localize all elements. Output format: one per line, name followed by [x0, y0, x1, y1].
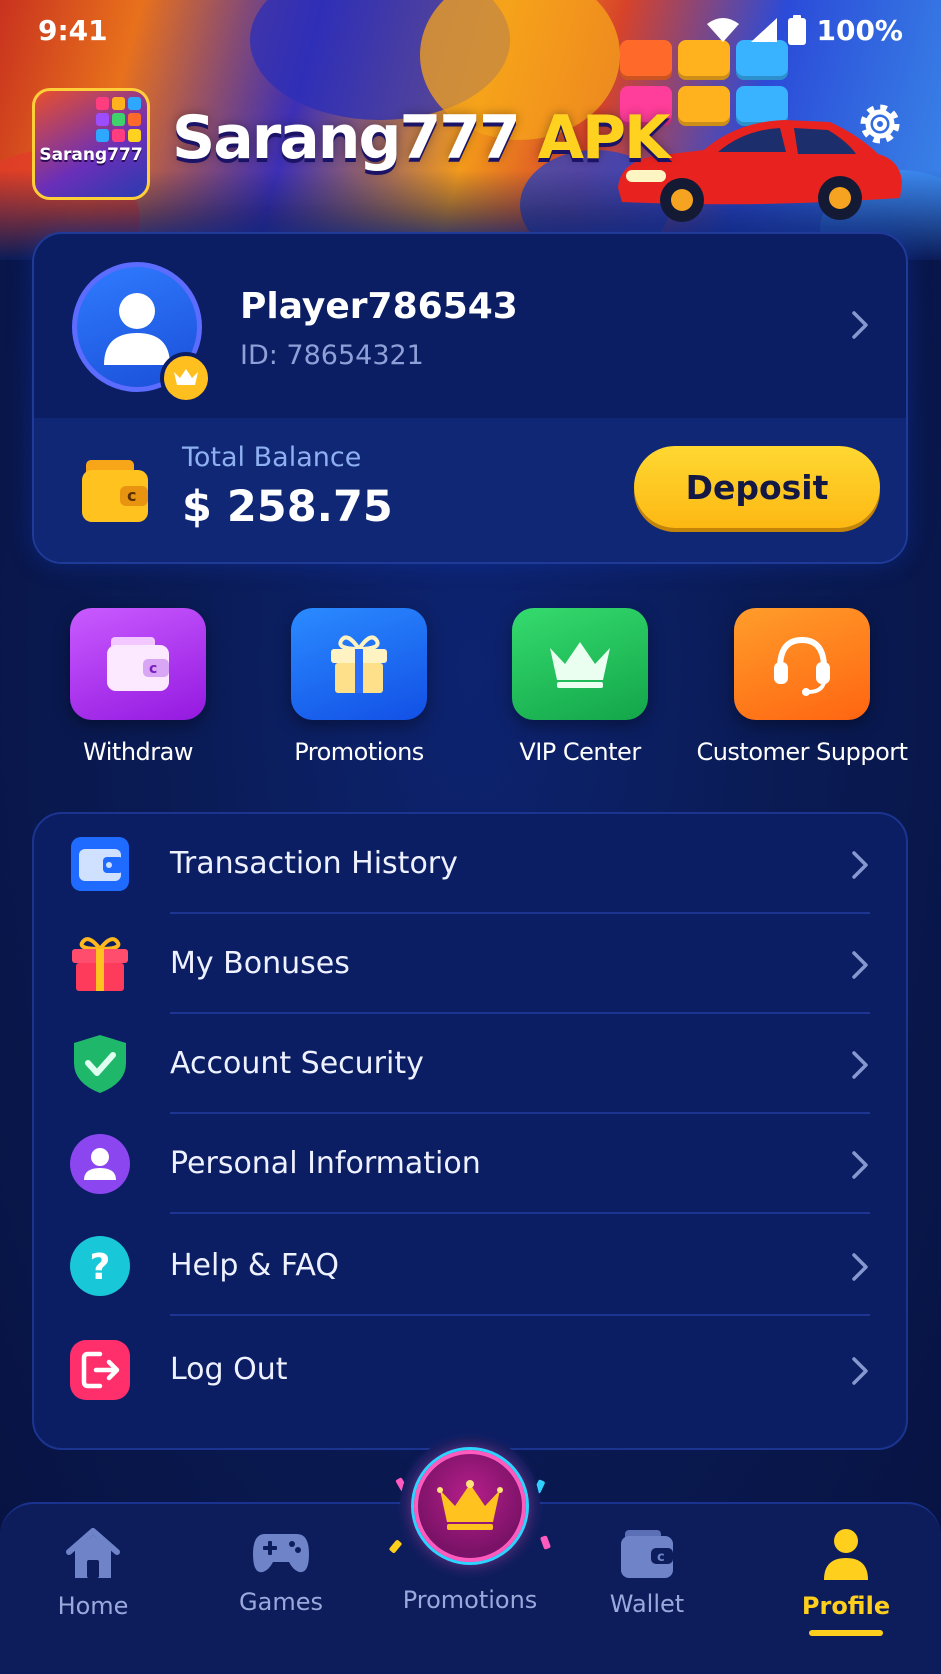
app-title-main: Sarang777 — [172, 103, 521, 173]
svg-text:c: c — [127, 486, 136, 505]
balance-label: Total Balance — [182, 442, 362, 473]
battery-percent: 100% — [816, 13, 903, 47]
status-indicators: 100% — [706, 14, 903, 47]
gear-icon — [860, 104, 900, 144]
signal-icon — [751, 18, 778, 42]
chevron-right-icon — [852, 1051, 868, 1079]
status-bar: 9:41 100% — [0, 0, 941, 60]
crown-icon — [437, 1480, 503, 1530]
wifi-icon — [707, 18, 740, 42]
status-time: 9:41 — [38, 13, 108, 47]
nav-wallet[interactable]: c Wallet — [572, 1528, 722, 1618]
wallet-icon: c — [107, 637, 169, 691]
customer-support-tile — [734, 608, 870, 720]
menu-item-label: Help & FAQ — [170, 1248, 339, 1283]
crown-icon — [550, 642, 610, 688]
divider — [170, 1314, 870, 1316]
menu-icon-wrap — [70, 1035, 130, 1093]
menu-icon-wrap — [70, 1340, 130, 1400]
svg-text:?: ? — [90, 1247, 111, 1288]
divider — [170, 1212, 870, 1214]
user-icon — [824, 1529, 868, 1580]
promotions-tile — [291, 608, 427, 720]
question-icon: ? — [70, 1236, 130, 1296]
chevron-right-icon — [852, 1253, 868, 1281]
menu-item-personal-information[interactable]: Personal Information — [34, 1114, 906, 1214]
user-id: ID: 78654321 — [240, 340, 424, 371]
nav-promotions-wrap — [400, 1436, 540, 1576]
menu-item-my-bonuses[interactable]: My Bonuses — [34, 914, 906, 1014]
vip-center-tile — [512, 608, 648, 720]
headset-icon — [774, 636, 830, 696]
nav-label: Wallet — [609, 1590, 685, 1618]
menu-item-account-security[interactable]: Account Security — [34, 1014, 906, 1114]
menu-item-log-out[interactable]: Log Out — [34, 1320, 906, 1420]
shield-check-icon — [74, 1035, 126, 1093]
svg-text:c: c — [657, 1550, 665, 1565]
quick-action-label: Promotions — [294, 738, 424, 766]
nav-label: Profile — [801, 1592, 891, 1620]
chevron-right-icon — [852, 851, 868, 879]
chevron-right-icon — [852, 951, 868, 979]
username: Player786543 — [240, 286, 518, 327]
quick-action-label: Withdraw — [83, 738, 193, 766]
quick-action-withdraw[interactable]: c Withdraw — [38, 608, 238, 766]
menu-list: Transaction History My Bonuses Account S… — [32, 812, 908, 1450]
withdraw-tile: c — [70, 608, 206, 720]
balance-section: c Total Balance $ 258.75 Deposit — [34, 418, 906, 562]
quick-action-customer-support[interactable]: Customer Support — [696, 608, 908, 766]
quick-action-label: VIP Center — [519, 738, 641, 766]
menu-item-help-faq[interactable]: ? Help & FAQ — [34, 1216, 906, 1316]
menu-item-label: Account Security — [170, 1046, 424, 1081]
nav-label: Games — [239, 1588, 323, 1616]
logout-icon — [70, 1340, 130, 1400]
gift-icon — [72, 937, 128, 991]
quick-action-promotions[interactable]: Promotions — [259, 608, 459, 766]
app-title: Sarang777 APK — [172, 103, 671, 173]
quick-action-label: Customer Support — [696, 738, 908, 766]
settings-button[interactable] — [852, 96, 908, 152]
app-title-accent: APK — [537, 103, 671, 173]
gamepad-icon — [253, 1534, 309, 1573]
battery-icon — [788, 15, 807, 45]
profile-summary[interactable]: Player786543 ID: 78654321 — [34, 234, 906, 418]
menu-item-label: Personal Information — [170, 1146, 481, 1181]
home-icon — [66, 1528, 120, 1578]
nav-promotions[interactable] — [414, 1450, 526, 1562]
chevron-right-icon — [852, 1357, 868, 1385]
nav-home[interactable]: Home — [18, 1528, 168, 1620]
menu-icon-wrap: ? — [70, 1236, 130, 1296]
user-icon — [104, 293, 170, 365]
balance-value: $ 258.75 — [182, 482, 393, 532]
menu-item-label: Log Out — [170, 1352, 288, 1387]
active-indicator — [809, 1630, 883, 1636]
quick-action-vip-center[interactable]: VIP Center — [480, 608, 680, 766]
wallet-icon — [71, 837, 129, 891]
nav-games[interactable]: Games — [206, 1528, 356, 1616]
menu-item-label: My Bonuses — [170, 946, 350, 981]
quick-actions: c Withdraw Promotions VIP Center Custome… — [0, 608, 941, 768]
svg-text:c: c — [149, 661, 157, 677]
menu-item-label: Transaction History — [170, 846, 458, 881]
user-icon — [70, 1134, 130, 1194]
app-logo-text: Sarang777 — [39, 145, 143, 165]
crown-icon — [174, 369, 198, 385]
menu-item-transaction-history[interactable]: Transaction History — [34, 814, 906, 914]
wallet-icon: c — [82, 460, 148, 522]
gift-icon — [331, 635, 387, 693]
wallet-icon: c — [621, 1530, 673, 1578]
menu-icon-wrap — [70, 836, 130, 892]
menu-icon-wrap — [70, 1134, 130, 1194]
chevron-right-icon — [852, 311, 868, 339]
nav-promotions-label: Promotions — [402, 1586, 538, 1614]
nav-profile[interactable]: Profile — [771, 1528, 921, 1636]
profile-card: Player786543 ID: 78654321 c Total Balanc… — [32, 232, 908, 564]
menu-icon-wrap — [70, 936, 130, 992]
app-logo: Sarang777 — [32, 88, 150, 200]
vip-badge — [160, 352, 212, 404]
nav-label: Home — [57, 1592, 129, 1620]
deposit-button[interactable]: Deposit — [634, 446, 880, 528]
chevron-right-icon — [852, 1151, 868, 1179]
